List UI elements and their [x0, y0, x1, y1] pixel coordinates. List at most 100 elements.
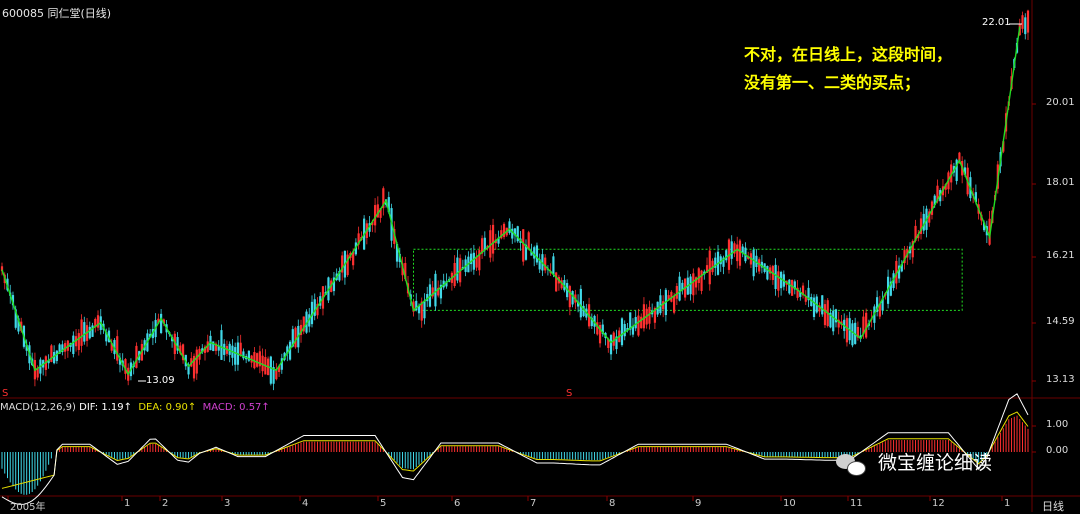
candle-body [1026, 10, 1030, 33]
x-tick-label: 1 [1004, 498, 1011, 509]
candle-body [220, 330, 223, 360]
candle-body [522, 229, 525, 262]
candle-body [77, 333, 80, 350]
y-tick-label: 14.59 [1046, 316, 1075, 327]
candle-body [788, 279, 791, 294]
watermark-text: 微宝缠论细读 [878, 452, 993, 474]
candle-body [821, 295, 824, 315]
candle-body [697, 268, 700, 284]
candle-body [774, 264, 777, 289]
candle-body [823, 304, 827, 326]
candle-body [1021, 15, 1024, 29]
dif-value: 1.19↑ [101, 402, 132, 413]
candle-body [91, 325, 94, 337]
candle-body [83, 322, 86, 342]
candle-body [434, 273, 437, 307]
candle-body [623, 324, 626, 337]
candle-body [135, 345, 138, 368]
signal-marker-s: S [566, 388, 573, 399]
annotation-note: 不对，在日线上，这段时间， 没有第一、二类的买点； [744, 41, 952, 97]
candle-body [637, 315, 640, 336]
candle-body [675, 286, 678, 299]
x-tick-label: 8 [609, 498, 616, 509]
candle-body [642, 304, 646, 329]
wechat-icon [836, 452, 866, 476]
y-tick-label: 18.01 [1046, 177, 1075, 188]
candle-body [456, 257, 459, 281]
x-tick-label: 7 [530, 498, 537, 509]
candle-body [678, 276, 681, 301]
high-price-marker: 22.01 [982, 17, 1011, 28]
y-tick-label: 13.13 [1046, 374, 1075, 385]
candle-body [228, 343, 231, 355]
x-tick-label: 9 [695, 498, 702, 509]
candle-body [790, 279, 794, 296]
candle-body [620, 318, 624, 346]
candle-body [736, 244, 739, 262]
candle-body [609, 334, 613, 355]
candle-body [116, 336, 119, 361]
candle-body [568, 286, 571, 308]
candle-body [730, 241, 733, 259]
dea-value: 0.90↑ [165, 402, 197, 413]
candle-body [689, 276, 692, 295]
candle-body [234, 347, 237, 365]
candle-body [659, 295, 662, 314]
candle-body [552, 256, 555, 275]
candle-body [80, 319, 83, 346]
candle-body [555, 272, 558, 292]
candle-body [579, 288, 582, 318]
x-tick-label: 3 [224, 498, 231, 509]
candle-body [313, 299, 316, 316]
candle-body [812, 297, 816, 317]
y-tick-label: 20.01 [1046, 97, 1075, 108]
candle-body [692, 273, 695, 296]
candle-body [508, 221, 511, 234]
x-tick-label: 6 [454, 498, 461, 509]
candle-body [700, 270, 703, 291]
candle-body [640, 316, 643, 329]
watermark: 微宝缠论细读 [836, 448, 992, 476]
candle-body [851, 323, 854, 346]
macd-tick-label: 0.00 [1046, 445, 1069, 456]
candle-body [832, 310, 835, 332]
y-tick-label: 16.21 [1046, 250, 1075, 261]
macd-tick-label: 1.00 [1046, 419, 1069, 430]
candle-body [239, 342, 242, 356]
annotation-line-2: 没有第一、二类的买点； [744, 73, 921, 92]
x-tick-label: 12 [932, 498, 945, 509]
candle-body [269, 356, 272, 384]
macd-name: MACD(12,26,9) [0, 402, 76, 413]
candle-body [845, 318, 849, 343]
macd-legend: MACD(12,26,9) DIF: 1.19↑ DEA: 0.90↑ MACD… [0, 402, 270, 413]
candle-body [491, 224, 495, 254]
candle-body [160, 313, 163, 334]
x-tick-label: 5 [380, 498, 387, 509]
dea-label: DEA: [138, 402, 163, 413]
candle-body [535, 245, 539, 263]
x-tick-label: 1 [124, 498, 131, 509]
candle-body [634, 317, 637, 329]
x-tick-label: 11 [850, 498, 863, 509]
candle-body [673, 295, 676, 313]
x-tick-label: 4 [302, 498, 309, 509]
candle-body [766, 265, 769, 280]
candle-body [865, 312, 868, 338]
candle-body [472, 252, 475, 270]
x-tick-label: 10 [783, 498, 796, 509]
candle-body [256, 353, 259, 367]
candle-body [72, 335, 75, 355]
candle-body [777, 271, 780, 291]
low-price-marker: 13.09 [146, 375, 175, 386]
candle-body [483, 237, 486, 251]
x-tick-label: 2 [162, 498, 169, 509]
signal-marker-s: S [2, 388, 9, 399]
macd-label: MACD: [202, 402, 236, 413]
candle-body [708, 250, 711, 285]
candle-body [195, 349, 198, 374]
dif-label: DIF: [79, 402, 99, 413]
candle-body [423, 300, 426, 319]
chart-title: 600085 同仁堂(日线) [2, 7, 112, 20]
annotation-line-1: 不对，在日线上，这段时间， [744, 45, 953, 64]
candle-body [544, 257, 547, 271]
